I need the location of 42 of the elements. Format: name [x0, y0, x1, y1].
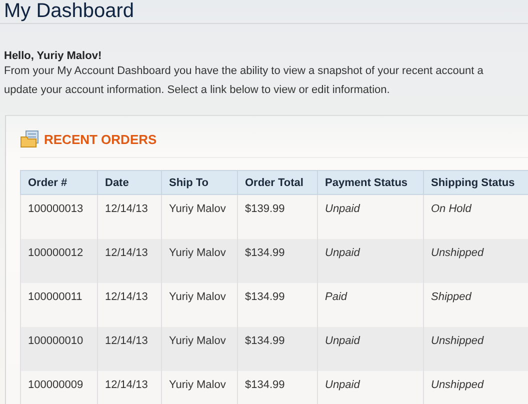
table-cell: Unpaid: [318, 371, 424, 404]
table-cell: Yuriy Malov: [162, 371, 238, 404]
table-cell: 100000013: [20, 194, 98, 239]
column-header: Ship To: [162, 170, 238, 194]
page-title: My Dashboard: [0, 0, 528, 24]
intro-text: From your My Account Dashboard you have the ability to view a snapshot of your recent account a: [4, 64, 484, 79]
table-cell: 12/14/13: [98, 371, 162, 404]
table-cell: Unpaid: [318, 194, 424, 239]
table-cell: $139.99: [238, 194, 318, 239]
column-header: Order Total: [238, 170, 318, 194]
orders-icon: [20, 130, 40, 148]
table-cell: $134.99: [238, 239, 318, 283]
table-cell: 12/14/13: [98, 283, 162, 327]
table-cell: Yuriy Malov: [162, 327, 238, 371]
table-cell: Unpaid: [318, 239, 424, 283]
table-cell: 100000012: [20, 239, 98, 283]
table-cell: Unshipped: [424, 327, 528, 371]
section-title: RECENT ORDERS: [44, 132, 157, 146]
table-cell: $134.99: [238, 327, 318, 371]
table-cell: Paid: [318, 283, 424, 327]
column-header: Payment Status: [318, 170, 424, 194]
column-header: Shipping Status: [424, 170, 528, 194]
table-cell: Unshipped: [424, 239, 528, 283]
table-cell: 100000009: [20, 371, 98, 404]
table-cell: Unpaid: [318, 327, 424, 371]
table-cell: 100000010: [20, 327, 98, 371]
table-cell: $134.99: [238, 283, 318, 327]
table-cell: Yuriy Malov: [162, 194, 238, 239]
table-cell: $134.99: [238, 371, 318, 404]
table-cell: 100000011: [20, 283, 98, 327]
greeting-text: Hello, Yuriy Malov!: [4, 50, 103, 62]
table-cell: On Hold: [424, 194, 528, 239]
table-cell: Unshipped: [424, 371, 528, 404]
table-cell: 12/14/13: [98, 194, 162, 239]
table-cell: Shipped: [424, 283, 528, 327]
table-cell: 12/14/13: [98, 239, 162, 283]
intro-text: update your account information. Select a link below to view or edit information.: [4, 83, 391, 98]
column-header: Order #: [20, 170, 98, 194]
column-header: Date: [98, 170, 162, 194]
table-cell: Yuriy Malov: [162, 239, 238, 283]
table-cell: Yuriy Malov: [162, 283, 238, 327]
table-cell: 12/14/13: [98, 327, 162, 371]
